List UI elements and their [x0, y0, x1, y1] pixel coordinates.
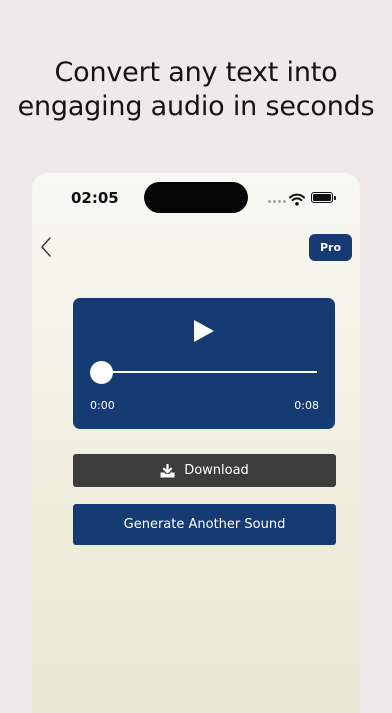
- status-time: 02:05: [71, 189, 119, 207]
- headline: Convert any text into engaging audio in …: [0, 56, 392, 124]
- generate-label: Generate Another Sound: [123, 517, 286, 532]
- progress-track[interactable]: [102, 371, 317, 373]
- headline-line-1: Convert any text into: [54, 57, 338, 88]
- dynamic-island: [144, 182, 248, 213]
- download-button[interactable]: Download: [73, 454, 336, 487]
- back-button[interactable]: [34, 233, 58, 261]
- play-button[interactable]: [189, 316, 219, 346]
- wifi-icon: [289, 191, 305, 206]
- chevron-left-icon: [41, 237, 51, 257]
- total-time: 0:08: [294, 399, 319, 412]
- cellular-signal-icon: [268, 200, 286, 203]
- download-label: Download: [184, 463, 249, 478]
- current-time: 0:00: [90, 399, 115, 412]
- generate-another-sound-button[interactable]: Generate Another Sound: [73, 504, 336, 545]
- progress-slider-knob[interactable]: [90, 361, 113, 384]
- headline-line-2: engaging audio in seconds: [17, 91, 375, 122]
- play-icon: [194, 320, 214, 342]
- audio-player: 0:00 0:08: [73, 298, 335, 429]
- phone-screen: 02:05 Pro 0:00 0:08 Download Generate An…: [32, 173, 360, 713]
- battery-icon: [311, 192, 336, 203]
- download-tray-icon: [160, 463, 175, 478]
- pro-button[interactable]: Pro: [309, 234, 352, 261]
